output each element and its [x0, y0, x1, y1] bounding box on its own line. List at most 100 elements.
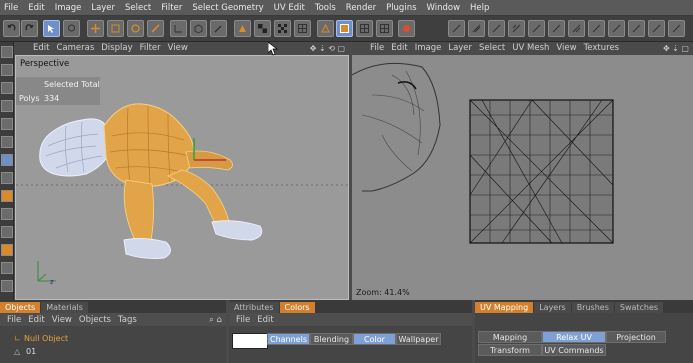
- mode-button[interactable]: [1, 136, 13, 148]
- tab-layers[interactable]: Layers: [534, 302, 571, 313]
- uv-menu-select[interactable]: Select: [479, 43, 505, 53]
- magnet-tool-button[interactable]: [628, 20, 645, 37]
- slide-tool-button[interactable]: [568, 20, 585, 37]
- menu-filter[interactable]: Filter: [161, 3, 182, 13]
- texture-mode-button[interactable]: [274, 20, 291, 37]
- uv-menu-edit[interactable]: Edit: [391, 43, 407, 53]
- mode-button[interactable]: [1, 154, 13, 166]
- viewport-menu-edit[interactable]: Edit: [33, 43, 49, 53]
- objects-menu-tags[interactable]: Tags: [118, 315, 137, 325]
- uv-view[interactable]: Zoom: 41.4%: [352, 55, 693, 300]
- colors-menu-file[interactable]: File: [236, 315, 250, 325]
- menu-layer[interactable]: Layer: [91, 3, 115, 13]
- menu-plugins[interactable]: Plugins: [386, 3, 416, 13]
- projection-button[interactable]: Projection: [606, 331, 666, 343]
- render-view-button[interactable]: [398, 20, 415, 37]
- mode-button[interactable]: [1, 82, 13, 94]
- bevel-tool-button[interactable]: [508, 20, 525, 37]
- uv-points-mode-button[interactable]: [356, 20, 373, 37]
- tab-colors[interactable]: Colors: [279, 302, 315, 313]
- tab-attributes[interactable]: Attributes: [229, 302, 279, 313]
- transform-button[interactable]: Transform: [478, 344, 542, 356]
- uv-menu-uv-mesh[interactable]: UV Mesh: [512, 43, 549, 53]
- uv-menu-file[interactable]: File: [370, 43, 384, 53]
- stitch-tool-button[interactable]: [588, 20, 605, 37]
- objects-toolbar-icons[interactable]: ⌕ ⌂: [209, 315, 222, 325]
- recent-tool-button[interactable]: [147, 20, 164, 37]
- menu-render[interactable]: Render: [346, 3, 376, 13]
- uv-mesh[interactable]: [352, 55, 693, 300]
- objects-menu-file[interactable]: File: [7, 315, 21, 325]
- menu-select[interactable]: Select: [125, 3, 151, 13]
- uv-menu-textures[interactable]: Textures: [584, 43, 620, 53]
- points-mode-button[interactable]: [317, 20, 334, 37]
- mode-button[interactable]: [1, 244, 13, 256]
- brush-tool-button[interactable]: [608, 20, 625, 37]
- render-mode-button[interactable]: [210, 20, 227, 37]
- tab-uv-mapping[interactable]: UV Mapping: [475, 302, 534, 313]
- menu-image[interactable]: Image: [55, 3, 82, 13]
- object-row[interactable]: ∟ Null Object: [0, 333, 226, 345]
- menu-uv-edit[interactable]: UV Edit: [274, 3, 305, 13]
- scale-tool-button[interactable]: [107, 20, 124, 37]
- menu-window[interactable]: Window: [427, 3, 461, 13]
- wallpaper-button[interactable]: Wallpaper: [396, 333, 441, 345]
- coord-system-button[interactable]: [170, 20, 187, 37]
- select-tool-button[interactable]: [43, 20, 60, 37]
- objects-menu-edit[interactable]: Edit: [28, 315, 44, 325]
- live-select-button[interactable]: [63, 20, 80, 37]
- polygons-mode-button[interactable]: [336, 20, 353, 37]
- colors-menu-edit[interactable]: Edit: [257, 315, 273, 325]
- mirror-tool-button[interactable]: [448, 20, 465, 37]
- blending-button[interactable]: Blending: [310, 333, 353, 345]
- viewport-menu-filter[interactable]: Filter: [140, 43, 161, 53]
- dinosaur-mesh[interactable]: z: [16, 56, 349, 300]
- bridge-tool-button[interactable]: [528, 20, 545, 37]
- mode-button[interactable]: [1, 226, 13, 238]
- 3d-mode-button[interactable]: [190, 20, 207, 37]
- knife-tool-button[interactable]: [468, 20, 485, 37]
- objects-menu-objects[interactable]: Objects: [79, 315, 111, 325]
- tab-materials[interactable]: Materials: [41, 302, 88, 313]
- tab-objects[interactable]: Objects: [0, 302, 41, 313]
- mode-button[interactable]: [1, 172, 13, 184]
- viewport-menu-view[interactable]: View: [168, 43, 188, 53]
- uv-menu-image[interactable]: Image: [415, 43, 442, 53]
- move-tool-button[interactable]: [87, 20, 104, 37]
- menu-edit[interactable]: Edit: [28, 3, 44, 13]
- mode-button[interactable]: [1, 262, 13, 274]
- checker-mode-button[interactable]: [254, 20, 271, 37]
- object-row[interactable]: △ 01: [0, 346, 226, 358]
- mode-button[interactable]: [1, 280, 13, 292]
- perspective-viewport[interactable]: Perspective Selected Total Polys 334 z: [15, 55, 349, 300]
- iron-tool-button[interactable]: [668, 20, 685, 37]
- color-button[interactable]: Color: [353, 333, 396, 345]
- undo-button[interactable]: [3, 20, 20, 37]
- uv-polygons-mode-button[interactable]: [376, 20, 393, 37]
- mode-button[interactable]: [1, 208, 13, 220]
- rotate-tool-button[interactable]: [127, 20, 144, 37]
- redo-button[interactable]: [21, 20, 38, 37]
- mode-button[interactable]: [1, 100, 13, 112]
- mapping-button[interactable]: Mapping: [478, 331, 542, 343]
- menu-file[interactable]: File: [4, 3, 18, 13]
- mode-button[interactable]: [1, 118, 13, 130]
- uv-menu-view[interactable]: View: [556, 43, 576, 53]
- mode-button[interactable]: [1, 46, 13, 58]
- viewport-nav-icons[interactable]: ✥ ⇣ ⟲ ▢: [310, 44, 345, 53]
- menu-tools[interactable]: Tools: [315, 3, 336, 13]
- mode-button[interactable]: [1, 190, 13, 202]
- uv-nav-icons[interactable]: ✥ ⇣ ▢: [663, 44, 689, 53]
- menu-select-geometry[interactable]: Select Geometry: [192, 3, 263, 13]
- relax-uv-button[interactable]: Relax UV: [542, 331, 606, 343]
- model-mode-button[interactable]: [234, 20, 251, 37]
- tab-swatches[interactable]: Swatches: [614, 302, 664, 313]
- menu-help[interactable]: Help: [470, 3, 489, 13]
- smooth-tool-button[interactable]: [648, 20, 665, 37]
- uv-commands-button[interactable]: UV Commands: [542, 344, 606, 356]
- mode-button[interactable]: [1, 64, 13, 76]
- channels-button[interactable]: Channels: [267, 333, 310, 345]
- objects-menu-view[interactable]: View: [52, 315, 72, 325]
- viewport-menu-cameras[interactable]: Cameras: [56, 43, 94, 53]
- weld-tool-button[interactable]: [548, 20, 565, 37]
